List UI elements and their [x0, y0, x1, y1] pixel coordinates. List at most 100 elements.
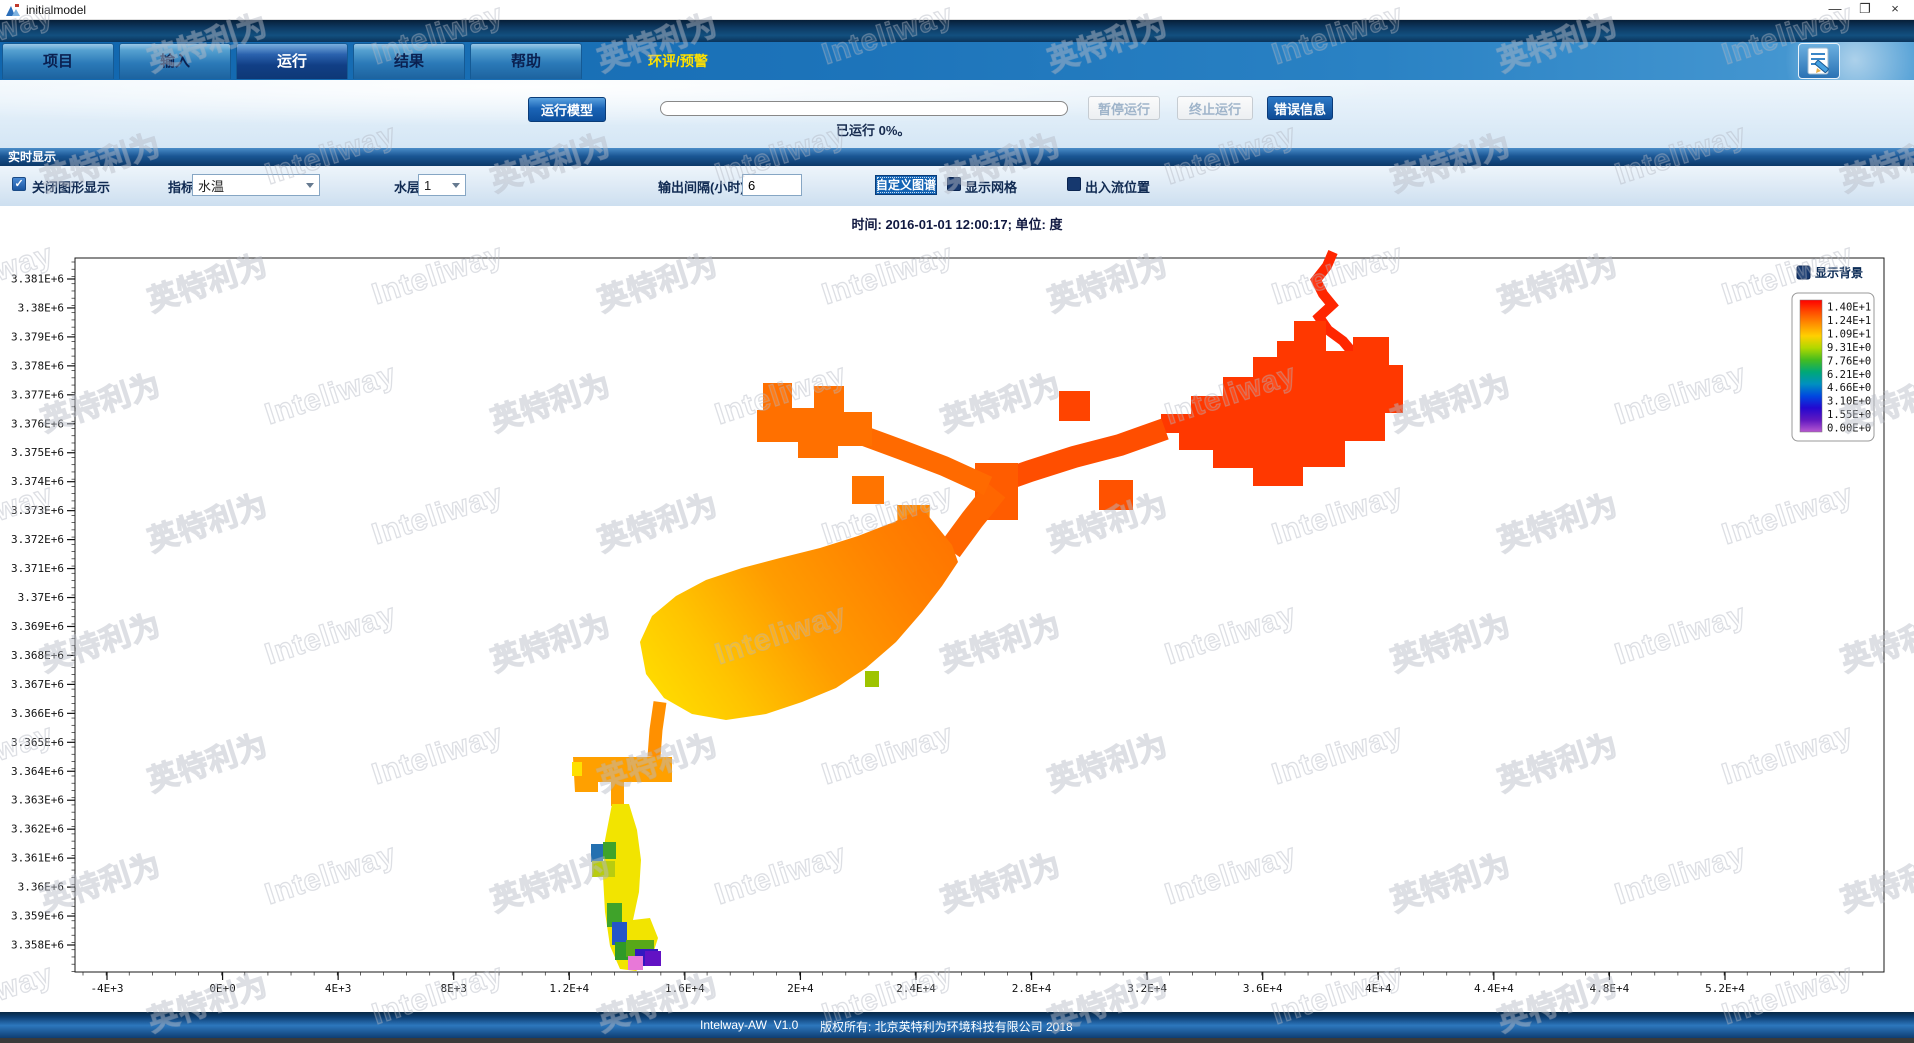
custom-colormap-button[interactable]: 自定义图谱 [875, 175, 937, 195]
x-tick-label: 4.4E+4 [1474, 982, 1514, 995]
x-tick-label: 2.8E+4 [1012, 982, 1052, 995]
layer-select[interactable]: 1 [418, 174, 466, 196]
progress-text: 已运行 0%。 [836, 120, 910, 139]
plot-frame [75, 258, 1884, 972]
y-tick-label: 3.373E+6 [11, 504, 64, 517]
map-region-cell-ygreen-1 [592, 861, 615, 877]
map-region-cell-blue-1 [591, 844, 603, 862]
tab-帮助[interactable]: 帮助 [470, 43, 582, 79]
close-graph-label: 关闭图形显示 [32, 177, 110, 196]
y-tick-label: 3.38E+6 [18, 301, 64, 314]
map-region-tail-bar-cell [572, 762, 582, 776]
y-tick-label: 3.381E+6 [11, 273, 64, 286]
map-region-cell-pink [628, 956, 643, 970]
show-background-label: 显示背景 [1815, 265, 1863, 280]
flow-position-label: 出入流位置 [1085, 177, 1150, 196]
tab-结果[interactable]: 结果 [353, 43, 465, 79]
error-info-button[interactable]: 错误信息 [1267, 96, 1333, 120]
legend-value: 6.21E+0 [1827, 369, 1871, 381]
map-region-cell-blue-2 [612, 922, 627, 945]
realtime-controls: 关闭图形显示 指标 水温 水层 1 输出间隔(小时) 自定义图谱 显示网格 出入… [0, 166, 1914, 206]
ribbon-band [0, 20, 1914, 42]
map-region-left-spur [852, 476, 884, 504]
legend-value: 4.66E+0 [1827, 382, 1871, 394]
legend-value: 1.40E+1 [1827, 302, 1871, 314]
app-version: Intelway-AW V1.0 [700, 1018, 798, 1032]
x-tick-label: 4E+3 [325, 982, 352, 995]
tab-输入[interactable]: 输入 [119, 43, 231, 79]
y-tick-label: 3.379E+6 [11, 330, 64, 343]
app-icon [5, 2, 21, 18]
indicator-label: 指标 [168, 177, 194, 196]
layer-label: 水层 [394, 177, 420, 196]
menu-tab-bar: 项目输入运行结果帮助 环评/预警 [0, 42, 1914, 80]
legend-value: 1.24E+1 [1827, 315, 1871, 327]
minimize-icon[interactable]: — [1820, 0, 1850, 20]
y-tick-label: 3.371E+6 [11, 562, 64, 575]
y-tick-label: 3.368E+6 [11, 649, 64, 662]
x-tick-label: 0E+0 [209, 982, 236, 995]
map-region-cell-violet [645, 951, 661, 966]
pause-button[interactable]: 暂停运行 [1088, 96, 1160, 120]
y-tick-label: 3.361E+6 [11, 852, 64, 865]
x-tick-label: 4E+4 [1365, 982, 1392, 995]
map-region-block-below-channel [1099, 480, 1133, 510]
progress-bar [660, 101, 1068, 116]
x-tick-label: 1.6E+4 [665, 982, 705, 995]
y-tick-label: 3.365E+6 [11, 736, 64, 749]
copyright-text: 版权所有: 北京英特利为环境科技有限公司 2018 [820, 1018, 1073, 1035]
y-tick-label: 3.36E+6 [18, 881, 64, 894]
flow-position-checkbox[interactable] [1067, 177, 1081, 191]
y-tick-label: 3.375E+6 [11, 446, 64, 459]
y-tick-label: 3.376E+6 [11, 417, 64, 430]
run-model-button[interactable]: 运行模型 [528, 97, 606, 122]
y-tick-label: 3.367E+6 [11, 678, 64, 691]
run-toolbar: 运行模型 已运行 0%。 暂停运行 终止运行 错误信息 [0, 80, 1914, 148]
realtime-section-header: 实时显示 [0, 148, 1914, 166]
x-tick-label: 2E+4 [787, 982, 814, 995]
legend-value: 9.31E+0 [1827, 342, 1871, 354]
report-document-icon[interactable] [1798, 43, 1840, 79]
map-region-lake-green-cell [865, 671, 879, 687]
map-plot: 3.381E+6 3.38E+6 3.379E+6 3.378E+6 3.377E+6 3… [0, 230, 1914, 1012]
y-tick-label: 3.364E+6 [11, 765, 64, 778]
legend-colorbar [1800, 300, 1822, 432]
tab-运行[interactable]: 运行 [236, 43, 348, 79]
show-grid-label: 显示网格 [965, 177, 1017, 196]
y-tick-label: 3.359E+6 [11, 910, 64, 923]
title-bar: initialmodel — ❐ × [0, 0, 1914, 20]
x-tick-label: -4E+3 [90, 982, 123, 995]
map-region-tail-link [654, 702, 660, 757]
chevron-down-icon [306, 183, 314, 188]
y-tick-label: 3.369E+6 [11, 620, 64, 633]
chevron-down-icon [452, 183, 460, 188]
status-bar: Intelway-AW V1.0 版权所有: 北京英特利为环境科技有限公司 20… [0, 1012, 1914, 1043]
close-graph-checkbox[interactable] [12, 177, 26, 191]
y-tick-label: 3.377E+6 [11, 388, 64, 401]
indicator-select[interactable]: 水温 [192, 174, 320, 196]
map-region-block-above-channel [1059, 391, 1090, 421]
x-tick-label: 3.2E+4 [1127, 982, 1167, 995]
show-background-checkbox[interactable] [1797, 266, 1810, 279]
y-tick-label: 3.358E+6 [11, 939, 64, 952]
legend-value: 0.00E+0 [1827, 423, 1871, 435]
restore-icon[interactable]: ❐ [1850, 0, 1880, 20]
tab-项目[interactable]: 项目 [2, 43, 114, 79]
layer-value: 1 [424, 178, 452, 193]
y-tick-label: 3.362E+6 [11, 823, 64, 836]
window-title: initialmodel [26, 3, 86, 17]
y-tick-label: 3.372E+6 [11, 533, 64, 546]
legend-value: 3.10E+0 [1827, 396, 1871, 408]
map-region-cell-green-1 [603, 842, 616, 859]
legend-value: 7.76E+0 [1827, 355, 1871, 367]
x-tick-label: 2.4E+4 [896, 982, 936, 995]
show-grid-checkbox[interactable] [947, 177, 961, 191]
y-tick-label: 3.366E+6 [11, 707, 64, 720]
legend-value: 1.09E+1 [1827, 328, 1871, 340]
y-tick-label: 3.378E+6 [11, 359, 64, 372]
interval-input[interactable] [742, 174, 802, 196]
close-icon[interactable]: × [1880, 0, 1910, 20]
tab-env-warning[interactable]: 环评/预警 [648, 51, 708, 71]
stop-button[interactable]: 终止运行 [1177, 96, 1253, 120]
interval-label: 输出间隔(小时) [658, 177, 745, 196]
